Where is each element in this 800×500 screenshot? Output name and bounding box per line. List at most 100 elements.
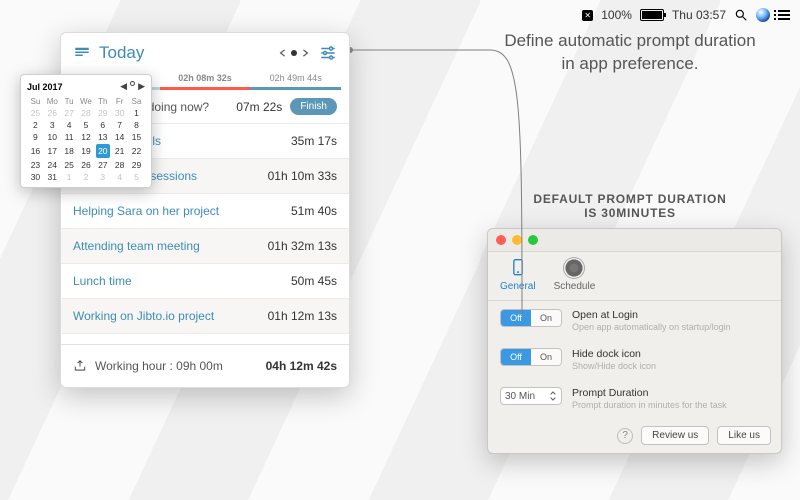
tab-schedule[interactable]: Schedule (554, 258, 596, 292)
calendar-nav[interactable]: ◀▶ (120, 81, 145, 92)
prompt-elapsed: 07m 22s (236, 100, 282, 114)
app-menubar-icon[interactable]: ✕ (582, 10, 593, 21)
calendar-month: Jul 2017 (27, 82, 120, 92)
calendar-day[interactable]: 3 (44, 119, 61, 131)
calendar-day[interactable]: 5 (78, 119, 95, 131)
calendar-day[interactable]: 2 (78, 171, 95, 183)
calendar-day[interactable]: 8 (128, 119, 145, 131)
review-us-button[interactable]: Review us (641, 426, 709, 445)
task-row[interactable]: Helping Sara on her project51m 40s (61, 194, 349, 229)
calendar-day[interactable]: 20 (94, 143, 111, 159)
calendar-day[interactable]: 14 (111, 131, 128, 143)
task-row[interactable]: Working on Jibto.io project01h 12m 13s (61, 299, 349, 334)
calendar-icon[interactable] (73, 44, 91, 62)
calendar-day[interactable]: 26 (44, 107, 61, 119)
calendar-day[interactable]: 15 (128, 131, 145, 143)
macos-menubar: ✕ 100% Thu 03:57 (0, 4, 800, 26)
calendar-day[interactable]: 17 (44, 143, 61, 159)
zoom-icon[interactable] (528, 235, 538, 245)
calendar-day[interactable]: 31 (44, 171, 61, 183)
calendar-dow: Tu (61, 96, 78, 107)
date-pager[interactable] (279, 49, 309, 57)
pref-titlebar (488, 229, 781, 252)
calendar-day[interactable]: 4 (111, 171, 128, 183)
task-label: Working on Jibto.io project (73, 309, 268, 323)
calendar-day[interactable]: 19 (78, 143, 95, 159)
calendar-day[interactable]: 6 (94, 119, 111, 131)
calendar-day[interactable]: 13 (94, 131, 111, 143)
calendar-day[interactable]: 9 (27, 131, 44, 143)
filter-icon[interactable] (319, 44, 337, 62)
task-duration: 51m 40s (291, 204, 337, 218)
calendar-day[interactable]: 18 (61, 143, 78, 159)
calendar-day[interactable]: 16 (27, 143, 44, 159)
calendar-day[interactable]: 26 (78, 159, 95, 171)
toggle[interactable]: OffOn (500, 348, 562, 366)
pref-label: Hide dock icon (572, 348, 769, 360)
pref-row: OffOnOpen at LoginOpen app automatically… (488, 301, 781, 340)
finish-button[interactable]: Finish (290, 98, 337, 115)
footer-row: Working hour : 09h 00m 04h 12m 42s (61, 344, 349, 387)
calendar-day[interactable]: 30 (111, 107, 128, 119)
calendar-day[interactable]: 3 (94, 171, 111, 183)
task-row[interactable]: Lunch time50m 45s (61, 264, 349, 299)
notification-center-icon[interactable] (778, 10, 790, 20)
calendar-day[interactable]: 23 (27, 159, 44, 171)
calendar-dow: Mo (44, 96, 61, 107)
panel-title: Today (99, 43, 279, 63)
calendar-day[interactable]: 12 (78, 131, 95, 143)
task-label: Attending team meeting (73, 239, 268, 253)
battery-icon (640, 9, 664, 21)
calendar-dow: Su (27, 96, 44, 107)
calendar-dow: We (78, 96, 95, 107)
mini-calendar[interactable]: Jul 2017 ◀▶ SuMoTuWeThFrSa25262728293012… (20, 74, 152, 188)
total-duration: 04h 12m 42s (266, 359, 337, 373)
calendar-dow: Sa (128, 96, 145, 107)
segment-3[interactable]: 02h 49m 44s (250, 69, 341, 90)
calendar-day[interactable]: 25 (61, 159, 78, 171)
pref-sublabel: Open app automatically on startup/login (572, 322, 769, 332)
pref-row-prompt-duration: 30 Min Prompt Duration Prompt duration i… (488, 379, 781, 418)
calendar-day[interactable]: 21 (111, 143, 128, 159)
battery-percent: 100% (601, 8, 632, 22)
calendar-day[interactable]: 25 (27, 107, 44, 119)
calendar-day[interactable]: 28 (111, 159, 128, 171)
task-label: Lunch time (73, 274, 291, 288)
tab-general[interactable]: General (500, 258, 536, 292)
toggle[interactable]: OffOn (500, 309, 562, 327)
calendar-day[interactable]: 29 (94, 107, 111, 119)
task-duration: 35m 17s (291, 134, 337, 148)
segment-2[interactable]: 02h 08m 32s (160, 69, 251, 90)
marketing-headline: Define automatic prompt durationin app p… (490, 30, 770, 76)
calendar-day[interactable]: 1 (128, 107, 145, 119)
task-label: Helping Sara on her project (73, 204, 291, 218)
minimize-icon[interactable] (512, 235, 522, 245)
siri-icon[interactable] (756, 8, 770, 22)
duration-select[interactable]: 30 Min (500, 387, 562, 405)
calendar-day[interactable]: 30 (27, 171, 44, 183)
like-us-button[interactable]: Like us (717, 426, 771, 445)
calendar-day[interactable]: 1 (61, 171, 78, 183)
export-icon[interactable] (73, 359, 87, 373)
calendar-day[interactable]: 27 (94, 159, 111, 171)
close-icon[interactable] (496, 235, 506, 245)
calendar-day[interactable]: 29 (128, 159, 145, 171)
calendar-day[interactable]: 4 (61, 119, 78, 131)
calendar-dow: Fr (111, 96, 128, 107)
help-button[interactable]: ? (617, 428, 633, 444)
pref-footer: ? Review us Like us (488, 418, 781, 453)
task-row[interactable]: Attending team meeting01h 32m 13s (61, 229, 349, 264)
calendar-day[interactable]: 5 (128, 171, 145, 183)
calendar-day[interactable]: 28 (78, 107, 95, 119)
calendar-day[interactable]: 7 (111, 119, 128, 131)
calendar-day[interactable]: 11 (61, 131, 78, 143)
pref-row: OffOn Hide dock iconShow/Hide dock icon (488, 340, 781, 379)
calendar-day[interactable]: 24 (44, 159, 61, 171)
pref-sublabel: Show/Hide dock icon (572, 361, 769, 371)
calendar-day[interactable]: 2 (27, 119, 44, 131)
calendar-day[interactable]: 10 (44, 131, 61, 143)
pref-tabbar: General Schedule (488, 252, 781, 301)
search-icon[interactable] (734, 8, 748, 22)
calendar-day[interactable]: 22 (128, 143, 145, 159)
calendar-day[interactable]: 27 (61, 107, 78, 119)
